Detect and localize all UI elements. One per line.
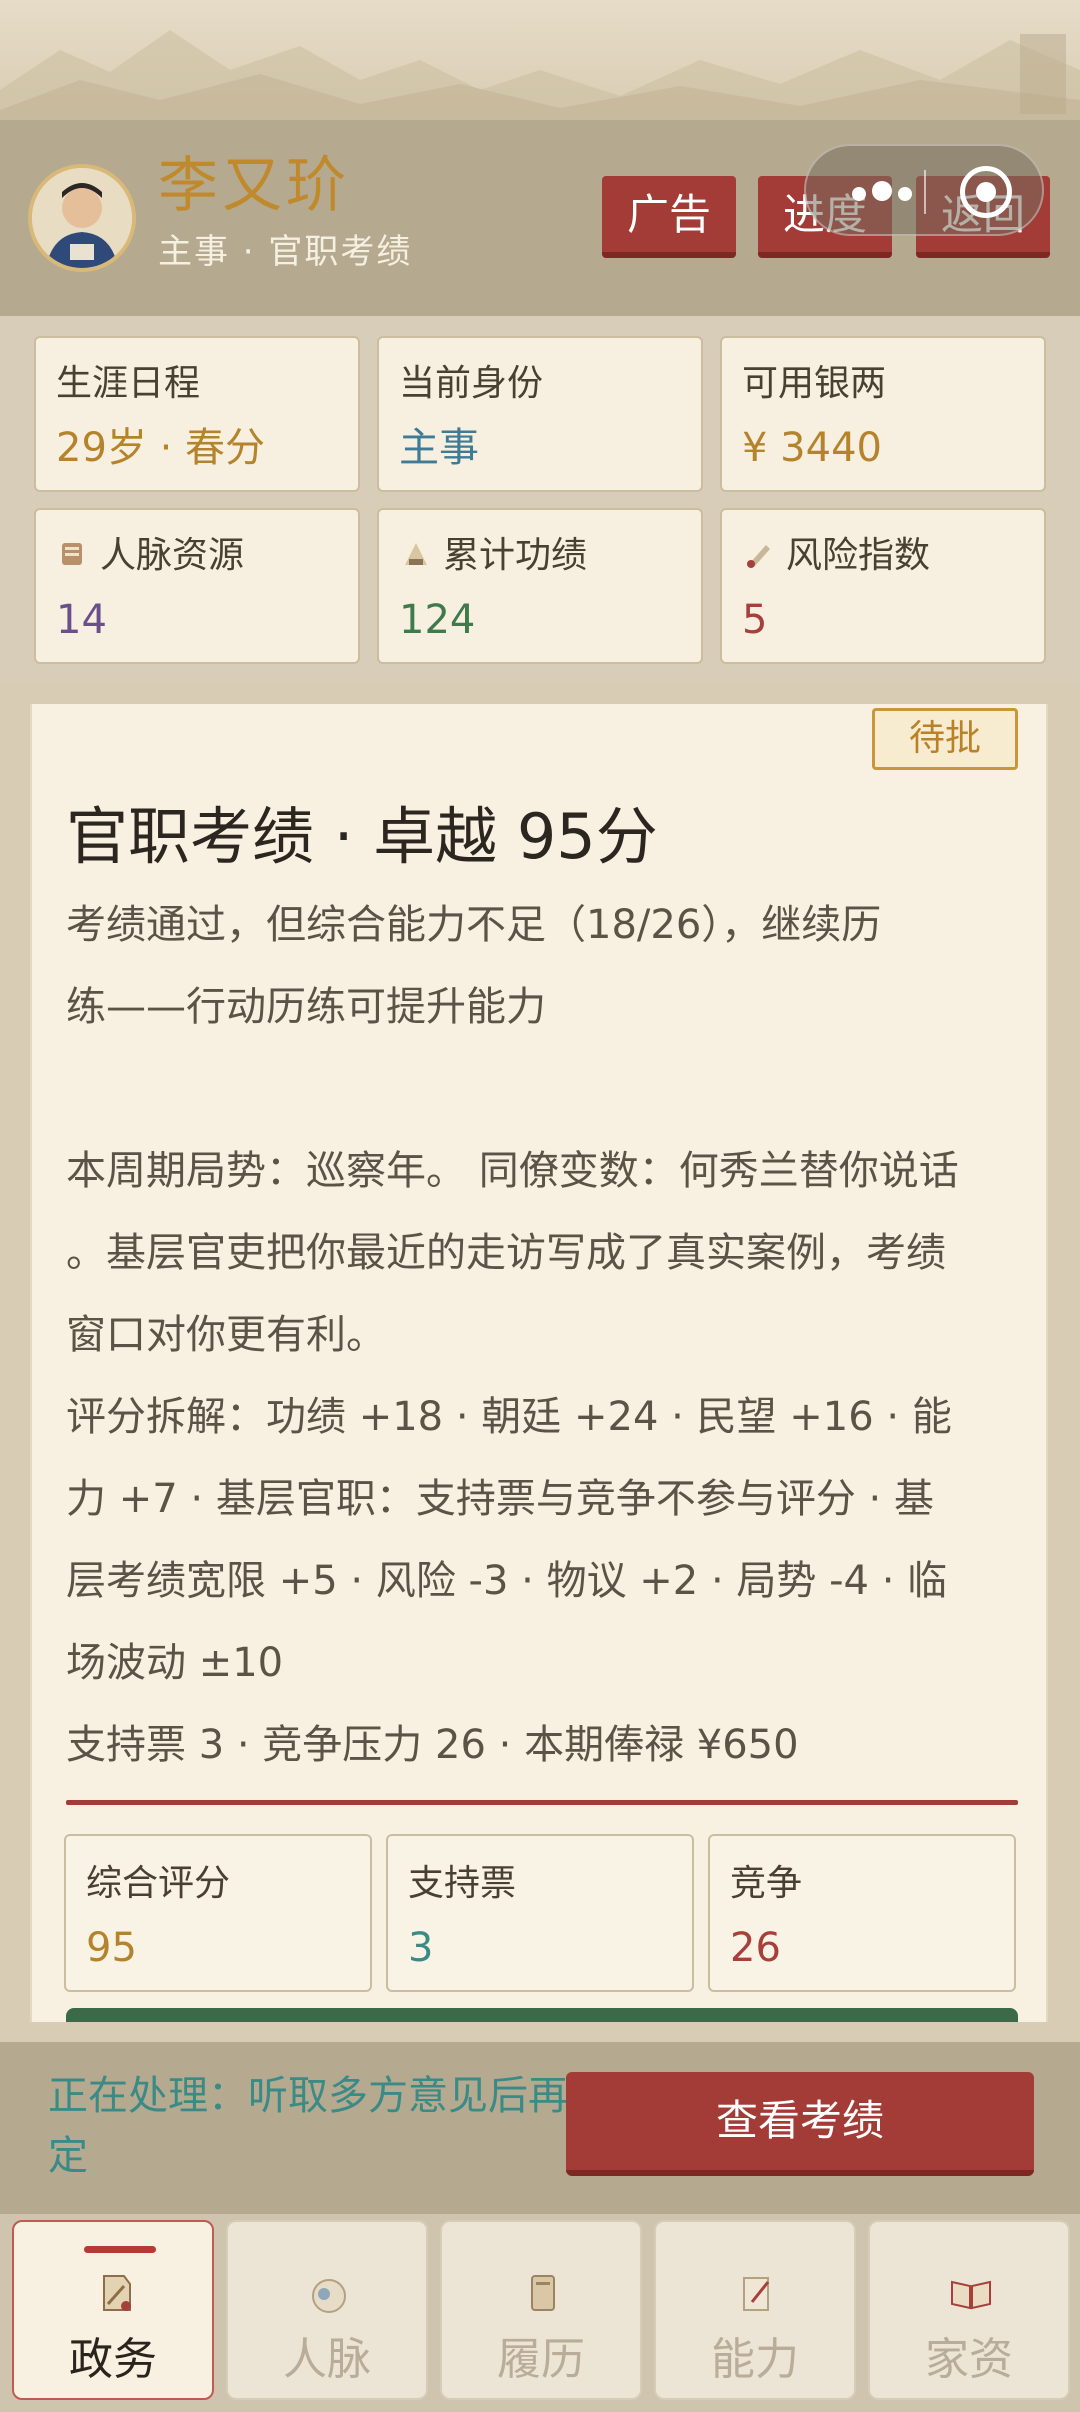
tab-government-affairs[interactable]: 政务 — [12, 2220, 214, 2400]
scroll-icon — [62, 543, 82, 565]
metric-support-votes: 支持票 3 — [386, 1834, 694, 1992]
body-line: 考绩通过，但综合能力不足（18/26），继续历 — [66, 902, 882, 948]
body-line: 力 +7 · 基层官职：支持票与竞争不参与评分 · 基 — [66, 1476, 934, 1522]
more-icon[interactable] — [852, 181, 918, 205]
ad-button[interactable]: 广告 — [602, 176, 736, 258]
brush-icon — [743, 2277, 770, 2311]
avatar[interactable] — [28, 164, 136, 272]
character-subtitle: 主事 · 官职考绩 — [158, 232, 413, 272]
card-body: 考绩通过，但综合能力不足（18/26），继续历 练——行动历练可提升能力 本周期… — [66, 884, 1026, 1786]
pouch-icon — [312, 2279, 346, 2313]
book-icon — [531, 2275, 555, 2311]
evaluation-card: 待批 官职考绩 · 卓越 95分 考绩通过，但综合能力不足（18/26），继续历… — [30, 704, 1048, 2022]
card-title: 官职考绩 · 卓越 95分 — [66, 800, 658, 873]
tab-family-assets[interactable]: 家资 — [868, 2220, 1070, 2400]
character-name: 李又玠 — [158, 151, 350, 221]
document-icon — [103, 2275, 131, 2311]
active-indicator — [84, 2246, 156, 2253]
body-line: 窗口对你更有利。 — [66, 1312, 386, 1358]
body-line: 本周期局势：巡察年。 同僚变数：何秀兰替你说话 — [66, 1148, 959, 1194]
stat-available-silver: 可用银两 ¥ 3440 — [720, 336, 1046, 492]
body-line: 支持票 3 · 竞争压力 26 · 本期俸禄 ¥650 — [66, 1722, 799, 1768]
body-line: 练——行动历练可提升能力 — [66, 984, 546, 1030]
open-book-icon — [951, 2280, 991, 2310]
body-line: 。基层官吏把你最近的走访写成了真实案例，考绩 — [66, 1230, 946, 1276]
brush-icon — [747, 545, 770, 568]
tab-resume[interactable]: 履历 — [440, 2220, 642, 2400]
body-line: 场波动 ±10 — [66, 1640, 284, 1686]
body-line: 层考绩宽限 +5 · 风险 -3 · 物议 +2 · 局势 -4 · 临 — [66, 1558, 948, 1604]
stat-risk-index: 风险指数 5 — [720, 508, 1046, 664]
tab-connections[interactable]: 人脉 — [226, 2220, 428, 2400]
stat-merit: 累计功绩 124 — [377, 508, 703, 664]
tab-ability[interactable]: 能力 — [654, 2220, 856, 2400]
processing-status: 正在处理：听取多方意见后再定 — [48, 2073, 568, 2179]
divider — [66, 1800, 1018, 1805]
miniprogram-capsule[interactable] — [804, 144, 1044, 236]
metric-overall-score: 综合评分 95 — [64, 1834, 372, 1992]
merit-icon — [405, 543, 427, 565]
body-line — [66, 1048, 1026, 1130]
next-section-bar — [66, 2008, 1018, 2022]
stat-current-identity: 当前身份 主事 — [377, 336, 703, 492]
view-evaluation-button[interactable]: 查看考绩 — [566, 2072, 1034, 2176]
close-target-icon[interactable] — [960, 166, 1012, 218]
body-line: 评分拆解：功绩 +18 · 朝廷 +24 · 民望 +16 · 能 — [66, 1394, 952, 1440]
stat-connections: 人脉资源 14 — [34, 508, 360, 664]
status-badge[interactable]: 待批 — [872, 708, 1018, 770]
background-landscape — [0, 0, 1080, 122]
metric-competition: 竞争 26 — [708, 1834, 1016, 1992]
stat-career-schedule: 生涯日程 29岁 · 春分 — [34, 336, 360, 492]
